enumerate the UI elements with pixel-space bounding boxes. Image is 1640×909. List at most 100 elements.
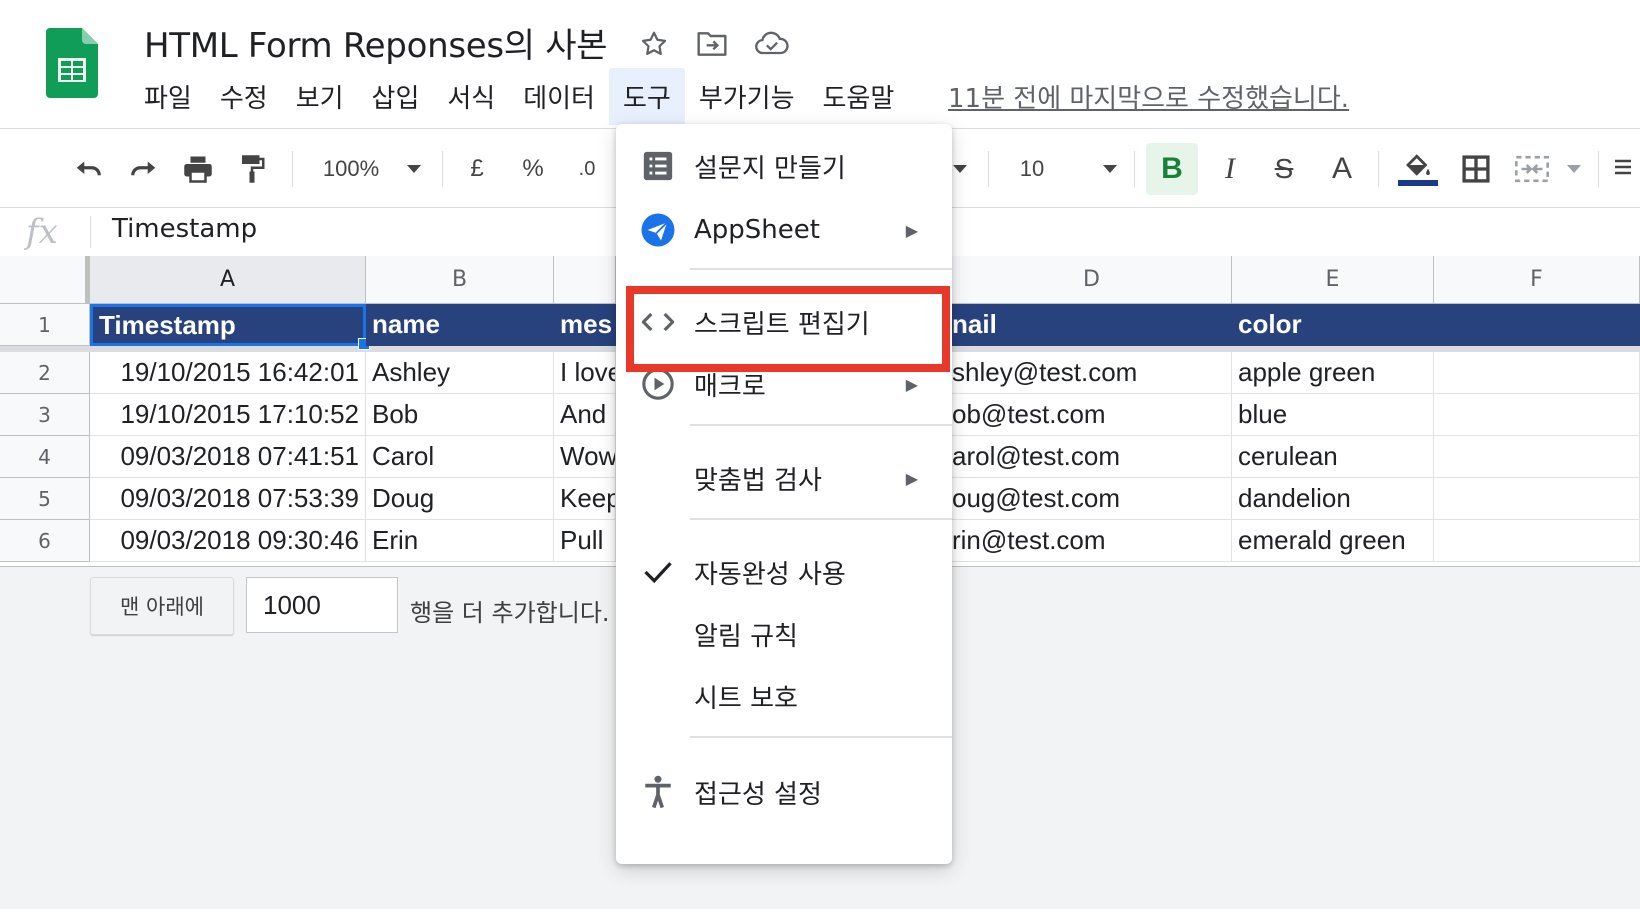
- column-header-c[interactable]: [554, 256, 616, 304]
- table-cell[interactable]: 09/03/2018 09:30:46: [90, 520, 366, 562]
- menu-item-notification-rules[interactable]: 알림 규칙: [616, 606, 952, 662]
- header-cell-f[interactable]: [1434, 304, 1640, 346]
- row-header-6[interactable]: 6: [0, 520, 90, 562]
- menu-item-appsheet[interactable]: AppSheet ▶: [616, 202, 952, 258]
- table-cell[interactable]: [1434, 352, 1640, 394]
- row-header-3[interactable]: 3: [0, 394, 90, 436]
- row-header-5[interactable]: 5: [0, 478, 90, 520]
- column-header-e[interactable]: E: [1232, 256, 1434, 304]
- add-rows-count-input[interactable]: 1000: [246, 577, 398, 633]
- column-header-a[interactable]: A: [90, 256, 366, 304]
- menu-item-label: 접근성 설정: [694, 779, 822, 810]
- column-header-b[interactable]: B: [366, 256, 554, 304]
- redo-icon[interactable]: [124, 149, 164, 189]
- row-header-2[interactable]: 2: [0, 352, 90, 394]
- menu-item-accessibility[interactable]: 접근성 설정: [616, 764, 952, 820]
- table-cell[interactable]: ob@test.com: [952, 394, 1232, 436]
- zoom-dropdown-icon[interactable]: [402, 149, 426, 189]
- table-cell[interactable]: 19/10/2015 16:42:01: [90, 352, 366, 394]
- select-all-corner[interactable]: [0, 256, 90, 304]
- zoom-select[interactable]: 100%: [318, 149, 384, 189]
- menu-format[interactable]: 서식: [433, 74, 509, 119]
- borders-icon[interactable]: [1458, 149, 1494, 189]
- header-cell-email[interactable]: nail: [952, 304, 1232, 346]
- table-cell[interactable]: cerulean: [1232, 436, 1434, 478]
- table-cell[interactable]: Wow: [554, 436, 616, 478]
- bold-button[interactable]: B: [1146, 143, 1198, 195]
- menu-addons[interactable]: 부가기능: [685, 74, 809, 119]
- table-cell[interactable]: [1434, 520, 1640, 562]
- table-cell[interactable]: blue: [1232, 394, 1434, 436]
- table-cell[interactable]: emerald green: [1232, 520, 1434, 562]
- menu-item-spellcheck[interactable]: 맞춤법 검사 ▶: [616, 450, 952, 506]
- font-size-select[interactable]: 10: [1012, 149, 1052, 189]
- sheets-logo[interactable]: [46, 28, 98, 100]
- submenu-arrow-icon: ▶: [905, 374, 918, 394]
- merge-cells-icon[interactable]: [1512, 149, 1552, 189]
- last-edit-link[interactable]: 11분 전에 마지막으로 수정했습니다.: [948, 78, 1349, 115]
- table-cell[interactable]: Carol: [366, 436, 554, 478]
- column-header-d[interactable]: D: [952, 256, 1232, 304]
- currency-format-button[interactable]: £: [462, 149, 492, 189]
- row-header-1[interactable]: 1: [0, 304, 90, 346]
- table-cell[interactable]: oug@test.com: [952, 478, 1232, 520]
- menu-item-label: 자동완성 사용: [694, 559, 846, 590]
- merge-dropdown-icon[interactable]: [1562, 149, 1586, 189]
- header-cell-color[interactable]: color: [1232, 304, 1434, 346]
- table-cell[interactable]: arol@test.com: [952, 436, 1232, 478]
- table-cell[interactable]: Bob: [366, 394, 554, 436]
- fx-icon: fx: [26, 212, 58, 252]
- print-icon[interactable]: [178, 149, 218, 189]
- menu-item-autocomplete[interactable]: 자동완성 사용: [616, 544, 952, 600]
- strikethrough-button[interactable]: S: [1266, 149, 1302, 189]
- menu-insert[interactable]: 삽입: [358, 74, 434, 119]
- column-header-f[interactable]: F: [1434, 256, 1640, 304]
- font-size-dropdown-icon[interactable]: [1098, 149, 1122, 189]
- menu-item-create-form[interactable]: 설문지 만들기: [616, 138, 952, 194]
- row-header-4[interactable]: 4: [0, 436, 90, 478]
- decrease-decimal-button[interactable]: .0: [572, 149, 602, 189]
- fill-color-swatch: [1398, 180, 1438, 186]
- table-cell[interactable]: Pull: [554, 520, 616, 562]
- table-cell[interactable]: Keep: [554, 478, 616, 520]
- cloud-saved-icon[interactable]: [754, 26, 790, 62]
- menu-file[interactable]: 파일: [130, 74, 206, 119]
- fill-color-icon[interactable]: [1396, 149, 1440, 189]
- percent-format-button[interactable]: %: [518, 149, 548, 189]
- table-cell[interactable]: shley@test.com: [952, 352, 1232, 394]
- italic-button[interactable]: I: [1212, 149, 1248, 189]
- align-icon[interactable]: [1610, 149, 1634, 189]
- menu-help[interactable]: 도움말: [809, 74, 909, 119]
- add-rows-button[interactable]: 맨 아래에: [90, 577, 234, 635]
- table-cell[interactable]: And: [554, 394, 616, 436]
- formula-input[interactable]: Timestamp: [112, 214, 257, 244]
- table-cell[interactable]: I love: [554, 352, 616, 394]
- table-cell[interactable]: 09/03/2018 07:53:39: [90, 478, 366, 520]
- table-cell[interactable]: dandelion: [1232, 478, 1434, 520]
- move-folder-icon[interactable]: [694, 26, 730, 62]
- undo-icon[interactable]: [68, 149, 108, 189]
- highlight-box: [626, 286, 950, 372]
- menu-view[interactable]: 보기: [282, 74, 358, 119]
- menu-item-protect-sheet[interactable]: 시트 보호: [616, 668, 952, 724]
- star-icon[interactable]: [636, 26, 672, 62]
- header-cell-timestamp[interactable]: Timestamp: [90, 304, 366, 346]
- table-cell[interactable]: apple green: [1232, 352, 1434, 394]
- table-cell[interactable]: Erin: [366, 520, 554, 562]
- table-cell[interactable]: Ashley: [366, 352, 554, 394]
- menu-data[interactable]: 데이터: [509, 74, 609, 119]
- table-cell[interactable]: [1434, 436, 1640, 478]
- header-cell-name[interactable]: name: [366, 304, 554, 346]
- table-cell[interactable]: 19/10/2015 17:10:52: [90, 394, 366, 436]
- table-cell[interactable]: 09/03/2018 07:41:51: [90, 436, 366, 478]
- table-cell[interactable]: [1434, 478, 1640, 520]
- text-color-button[interactable]: A: [1324, 149, 1360, 189]
- menu-tools[interactable]: 도구: [608, 67, 685, 125]
- document-title[interactable]: HTML Form Reponses의 사본: [144, 18, 608, 67]
- header-cell-message[interactable]: mes: [554, 304, 616, 346]
- paint-format-icon[interactable]: [232, 149, 272, 189]
- table-cell[interactable]: rin@test.com: [952, 520, 1232, 562]
- menu-edit[interactable]: 수정: [206, 74, 282, 119]
- table-cell[interactable]: [1434, 394, 1640, 436]
- table-cell[interactable]: Doug: [366, 478, 554, 520]
